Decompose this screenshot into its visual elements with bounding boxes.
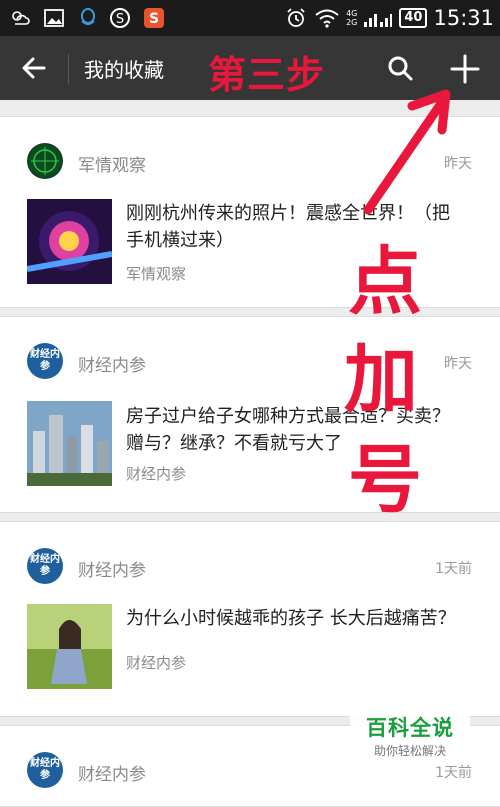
annotation-step-label: 第三步 bbox=[208, 52, 326, 97]
annotation-arrow bbox=[363, 89, 451, 215]
sogou-icon: S bbox=[110, 8, 130, 28]
item-sub: 财经内参 bbox=[126, 654, 187, 672]
alarm-icon bbox=[287, 8, 305, 27]
item-source: 财经内参 bbox=[78, 356, 146, 376]
list-item[interactable]: 财经内参 财经内参 1天前 为什么小时候越乖的孩子 长大后越痛苦？ 财经内参 bbox=[0, 521, 500, 717]
avatar-label: 财经内参 bbox=[27, 548, 63, 584]
avatar-label: 财经内参 bbox=[27, 752, 63, 788]
network-top-label: 4G bbox=[346, 9, 358, 18]
clock: 15:31 bbox=[433, 6, 494, 30]
annotation-char-1: 点 bbox=[348, 239, 422, 325]
annotation-char-2: 加 bbox=[344, 337, 418, 423]
network-type: 4G 2G bbox=[346, 9, 357, 27]
image-icon bbox=[44, 9, 64, 27]
back-arrow-icon[interactable] bbox=[18, 52, 50, 84]
svg-text:S: S bbox=[116, 12, 124, 27]
item-source: 军情观察 bbox=[78, 156, 146, 176]
sogou-app-icon: S bbox=[144, 8, 164, 28]
annotation-char-3: 号 bbox=[348, 437, 422, 523]
item-sub: 军情观察 bbox=[126, 265, 187, 283]
item-time: 1天前 bbox=[435, 765, 472, 781]
signal-icon bbox=[364, 14, 393, 27]
avatar: 财经内参 bbox=[27, 752, 63, 788]
svg-text:S: S bbox=[149, 11, 159, 27]
item-thumbnail bbox=[27, 199, 112, 284]
item-thumbnail bbox=[27, 604, 112, 689]
status-bar: S S 4G 2G 40 15:31 bbox=[0, 0, 500, 36]
avatar bbox=[27, 143, 63, 179]
item-sub: 财经内参 bbox=[126, 465, 187, 483]
avatar: 财经内参 bbox=[27, 343, 63, 379]
wifi-icon bbox=[315, 9, 339, 28]
qq-icon bbox=[81, 8, 95, 25]
item-source: 财经内参 bbox=[78, 561, 146, 581]
page-title: 我的收藏 bbox=[84, 58, 164, 82]
weather-icon bbox=[12, 11, 30, 25]
list-item[interactable]: 财经内参 财经内参 昨天 房子过户给子女哪种方式最合适？买卖？赠与？继承？不看就… bbox=[0, 316, 500, 513]
item-thumbnail bbox=[27, 401, 112, 486]
watermark-title: 百科全说 bbox=[366, 716, 454, 740]
avatar: 财经内参 bbox=[27, 548, 63, 584]
avatar-label: 财经内参 bbox=[27, 343, 63, 379]
battery-indicator: 40 bbox=[399, 8, 428, 28]
network-bottom-label: 2G bbox=[346, 18, 358, 27]
title-divider bbox=[68, 54, 69, 84]
item-headline: 为什么小时候越乖的孩子 长大后越痛苦？ bbox=[126, 608, 456, 629]
item-source: 财经内参 bbox=[78, 765, 146, 785]
item-time: 昨天 bbox=[444, 356, 472, 372]
watermark: 百科全说 助你轻松解决 bbox=[350, 712, 470, 759]
item-time: 1天前 bbox=[435, 561, 472, 577]
watermark-subtitle: 助你轻松解决 bbox=[373, 744, 446, 758]
